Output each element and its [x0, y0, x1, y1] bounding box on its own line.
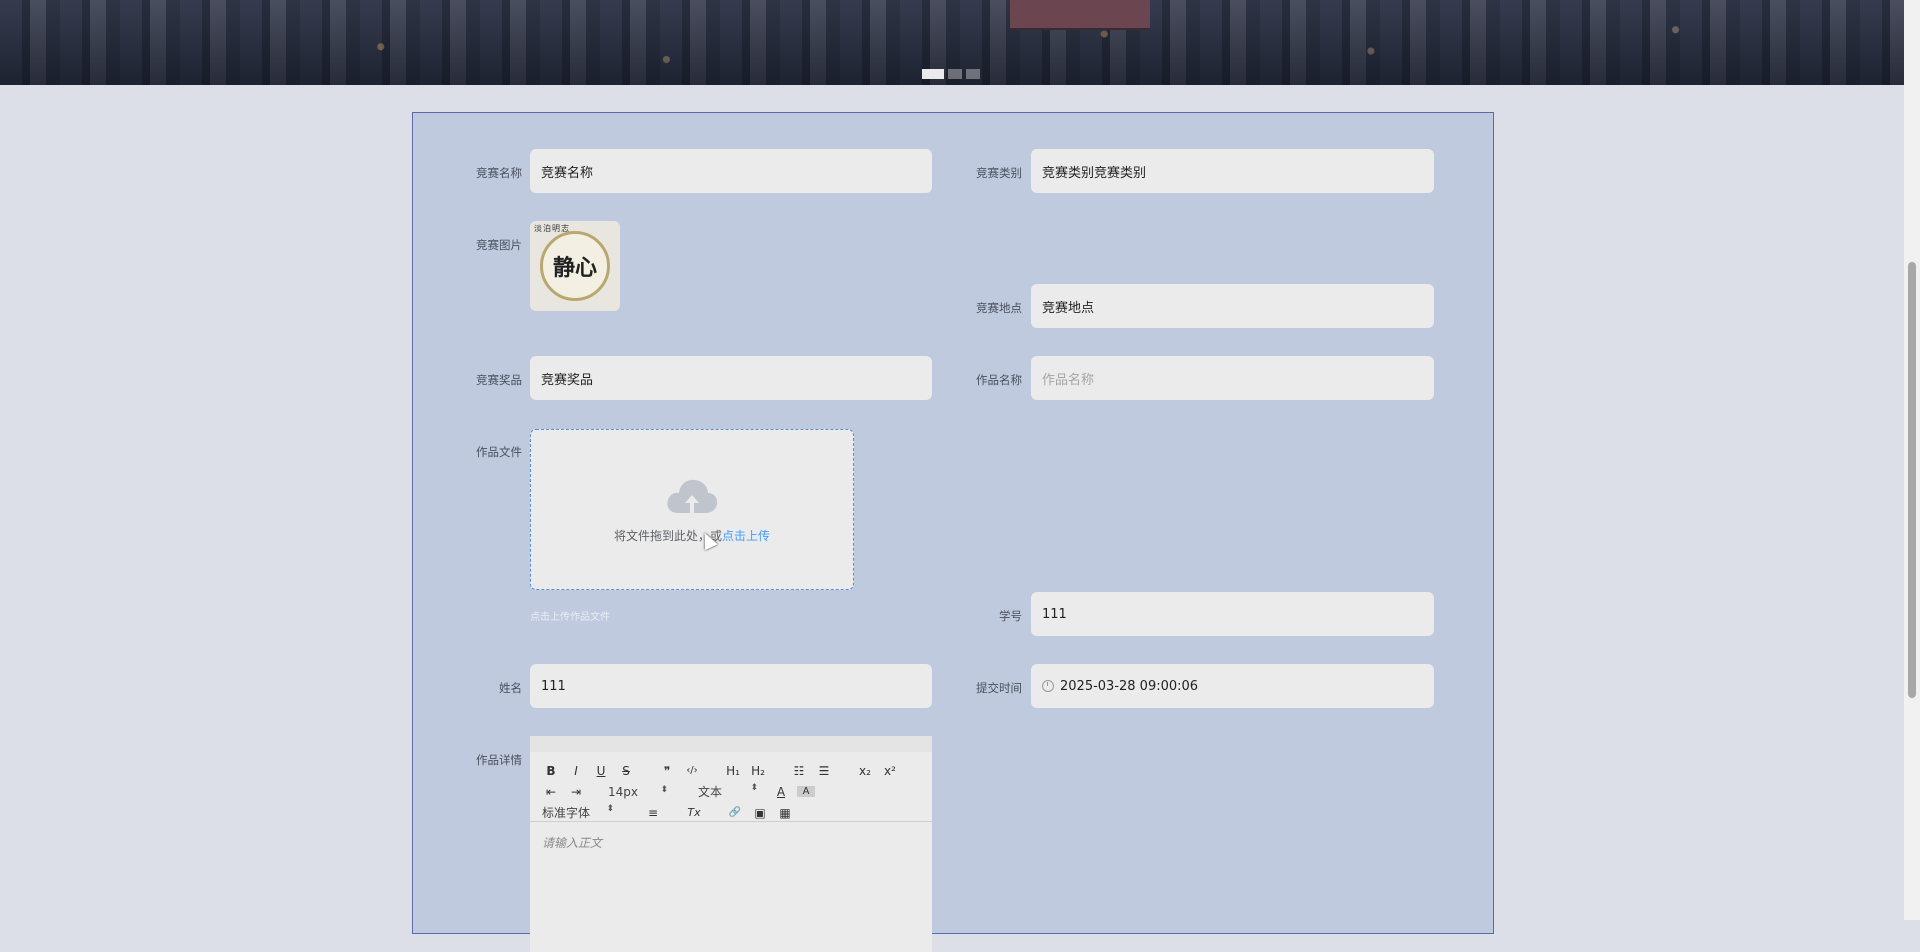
- label-competition-prize: 竞赛奖品: [476, 373, 522, 387]
- work-name-input[interactable]: 作品名称: [1031, 356, 1434, 400]
- strike-button[interactable]: S: [617, 764, 635, 778]
- competition-category-field[interactable]: 竞赛类别竞赛类别: [1031, 149, 1434, 193]
- bold-button[interactable]: B: [542, 764, 560, 778]
- outdent-icon[interactable]: ⇤: [542, 785, 560, 799]
- font-color-icon[interactable]: A: [772, 785, 790, 799]
- label-work-file: 作品文件: [476, 445, 522, 459]
- code-icon[interactable]: ‹/›: [683, 765, 701, 776]
- subscript-button[interactable]: x₂: [856, 764, 874, 778]
- select-arrow-icon: ⬍: [660, 784, 668, 795]
- h1-button[interactable]: H₁: [724, 764, 742, 778]
- font-size-value: 14px: [608, 784, 638, 799]
- image-icon[interactable]: ▣: [751, 806, 769, 820]
- heading-select[interactable]: 文本 ⬍: [698, 783, 758, 800]
- video-icon[interactable]: ▦: [776, 806, 794, 820]
- upload-hint: 点击上传作品文件: [530, 612, 610, 623]
- work-file-dropzone[interactable]: 将文件拖到此处，或点击上传: [530, 429, 854, 590]
- editor-content-area[interactable]: 请输入正文: [530, 822, 932, 863]
- thumbnail-stamp-text: 淡泊明志: [534, 224, 570, 233]
- editor-toolbar: B I U S ❞ ‹/› H₁ H₂ ☷ ☰ x₂ x² ⇤ ⇥ 14px ⬍: [530, 752, 932, 822]
- click-upload-link[interactable]: 点击上传: [722, 529, 770, 543]
- label-competition-image: 竞赛图片: [476, 238, 522, 252]
- label-submit-time: 提交时间: [976, 681, 1022, 695]
- submit-time-value: 2025-03-28 09:00:06: [1060, 678, 1199, 694]
- clock-icon: [1042, 680, 1054, 692]
- label-student-id: 学号: [999, 609, 1022, 623]
- label-competition-category: 竞赛类别: [976, 166, 1022, 180]
- scrollbar-thumb[interactable]: [1908, 262, 1916, 698]
- superscript-button[interactable]: x²: [881, 764, 899, 778]
- competition-prize-field[interactable]: 竞赛奖品: [530, 356, 932, 400]
- carousel-dot-1[interactable]: [922, 69, 944, 79]
- name-field[interactable]: 111: [530, 664, 932, 708]
- clear-format-icon[interactable]: Tx: [685, 806, 703, 819]
- align-icon[interactable]: ≡: [644, 806, 662, 820]
- label-work-name: 作品名称: [976, 373, 1022, 387]
- competition-name-field[interactable]: 竞赛名称: [530, 149, 932, 193]
- font-family-value: 标准字体: [542, 806, 591, 820]
- page-scrollbar[interactable]: [1904, 0, 1920, 920]
- carousel-indicators[interactable]: [922, 69, 980, 79]
- indent-icon[interactable]: ⇥: [567, 785, 585, 799]
- thumbnail-calligraphy: 静心: [540, 231, 610, 301]
- quote-icon[interactable]: ❞: [658, 764, 676, 778]
- label-work-details: 作品详情: [476, 753, 522, 767]
- bullet-list-icon[interactable]: ☰: [815, 764, 833, 778]
- ordered-list-icon[interactable]: ☷: [790, 764, 808, 778]
- label-name: 姓名: [499, 681, 522, 695]
- student-id-field[interactable]: 111: [1031, 592, 1434, 636]
- carousel-dot-2[interactable]: [948, 69, 962, 79]
- competition-location-field[interactable]: 竞赛地点: [1031, 284, 1434, 328]
- italic-button[interactable]: I: [567, 764, 585, 778]
- font-family-select[interactable]: 标准字体 ⬍: [542, 804, 614, 821]
- carousel-dot-3[interactable]: [966, 69, 980, 79]
- select-arrow-icon: ⬍: [606, 804, 614, 814]
- header-banner-image: [0, 0, 1904, 85]
- label-competition-location: 竞赛地点: [976, 301, 1022, 315]
- link-icon[interactable]: 🔗: [726, 807, 744, 818]
- competition-image-thumbnail[interactable]: 淡泊明志 静心: [530, 221, 620, 311]
- underline-button[interactable]: U: [592, 764, 610, 778]
- heading-select-value: 文本: [698, 785, 723, 799]
- font-size-select[interactable]: 14px ⬍: [608, 785, 668, 799]
- label-competition-name: 竞赛名称: [476, 166, 522, 180]
- h2-button[interactable]: H₂: [749, 764, 767, 778]
- building-rooftop: [1010, 0, 1150, 30]
- submit-time-field[interactable]: 2025-03-28 09:00:06: [1031, 664, 1434, 708]
- cloud-upload-icon: [667, 479, 718, 513]
- background-color-icon[interactable]: A: [797, 786, 815, 797]
- select-arrow-icon: ⬍: [750, 783, 758, 793]
